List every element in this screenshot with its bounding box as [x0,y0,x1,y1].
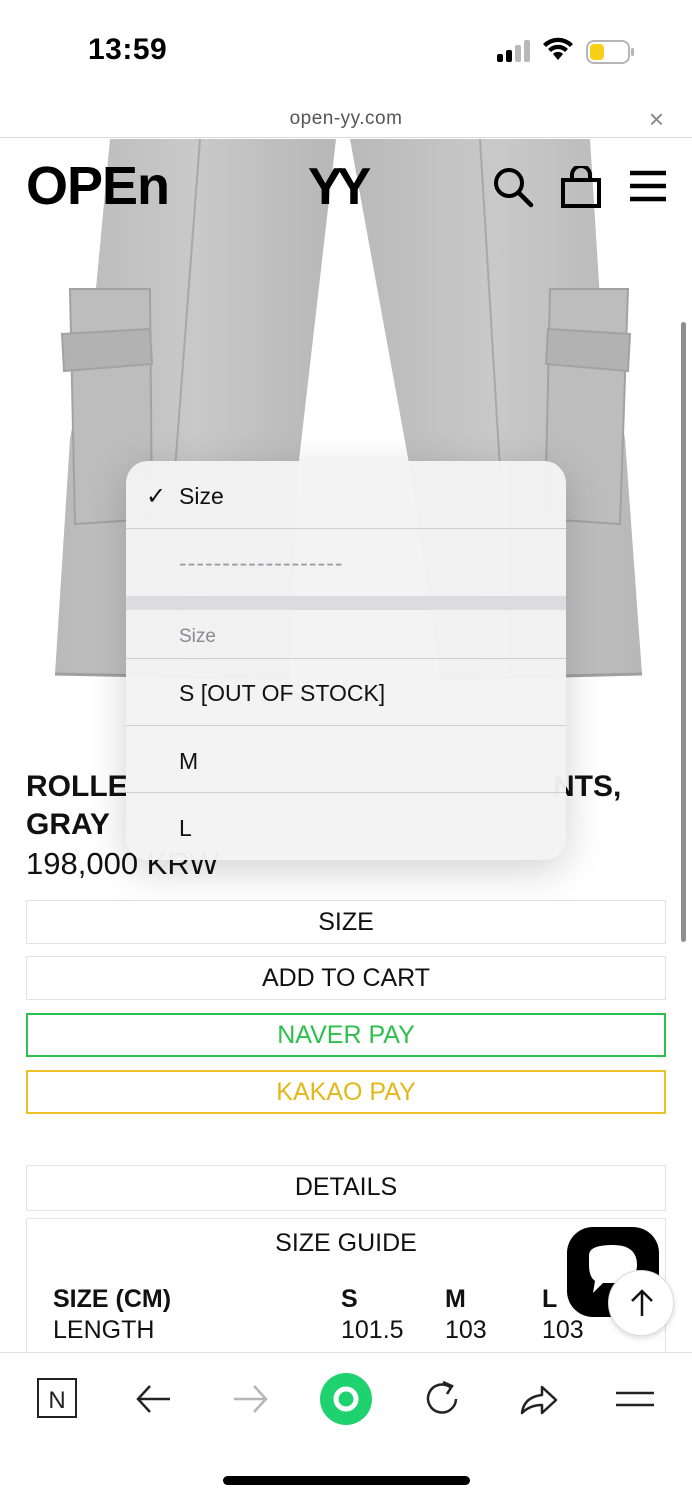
menu-icon[interactable] [608,1373,660,1425]
back-arrow-icon[interactable] [128,1373,180,1425]
reload-icon[interactable] [416,1373,468,1425]
scrollbar[interactable] [681,322,686,942]
picker-group-separator [126,596,566,610]
size-guide-row-m: 103 [445,1316,487,1344]
scroll-to-top-button[interactable] [608,1270,674,1336]
size-guide-header-l: L [542,1285,558,1313]
shopping-bag-icon[interactable] [560,166,602,208]
picker-option-l[interactable]: L [126,815,566,842]
search-icon[interactable] [492,166,534,208]
menu-icon[interactable] [628,166,670,208]
url-text[interactable]: open-yy.com [0,108,692,130]
size-guide-row-label: LENGTH [53,1316,155,1344]
status-bar: 13:59 [0,0,692,100]
naver-n-glyph: N [48,1387,65,1414]
picker-option-m[interactable]: M [126,748,566,775]
size-select-button[interactable]: SIZE [26,900,666,944]
share-icon[interactable] [512,1373,564,1425]
url-bar[interactable]: open-yy.com × [0,100,692,138]
svg-text:OPEn: OPEn [26,160,169,210]
add-to-cart-button[interactable]: ADD TO CART [26,956,666,1000]
picker-divider [126,658,566,659]
picker-divider [126,792,566,793]
naver-home-icon[interactable]: N [32,1373,84,1425]
picker-divider [126,528,566,529]
details-button[interactable]: DETAILS [26,1165,666,1211]
wifi-icon [543,37,573,60]
kakao-pay-button[interactable]: KAKAO PAY [26,1070,666,1114]
size-guide-header-s: S [341,1285,358,1313]
home-indicator[interactable] [223,1476,470,1485]
close-icon[interactable]: × [649,104,664,135]
size-guide-row-s: 101.5 [341,1316,404,1344]
size-guide-row-l: 103 [542,1316,584,1344]
picker-divider [126,725,566,726]
size-guide-header-m: M [445,1285,466,1313]
brand-logo-open[interactable]: OPEn [26,160,194,210]
forward-arrow-icon[interactable] [224,1373,276,1425]
size-guide-header-label: SIZE (CM) [53,1285,172,1313]
status-time: 13:59 [88,33,168,66]
size-picker-dropdown[interactable]: ✓ Size ------------------- Size S [OUT O… [126,461,566,860]
naver-pay-button[interactable]: NAVER PAY [26,1013,666,1057]
svg-text:YY: YY [308,160,371,210]
picker-group-header: Size [179,626,216,647]
brand-logo-yy[interactable]: YY [308,160,388,210]
arrow-up-icon [631,1289,653,1316]
product-title-start: ROLLE [26,770,128,803]
battery-icon [586,40,634,64]
picker-option-separator[interactable]: ------------------- [126,550,566,577]
product-title-line2: GRAY [26,808,110,841]
picker-option-size-selected[interactable]: Size [126,483,566,510]
naver-green-dot-icon[interactable] [318,1371,374,1427]
cellular-signal-icon [497,40,531,62]
picker-option-s[interactable]: S [OUT OF STOCK] [126,680,566,707]
